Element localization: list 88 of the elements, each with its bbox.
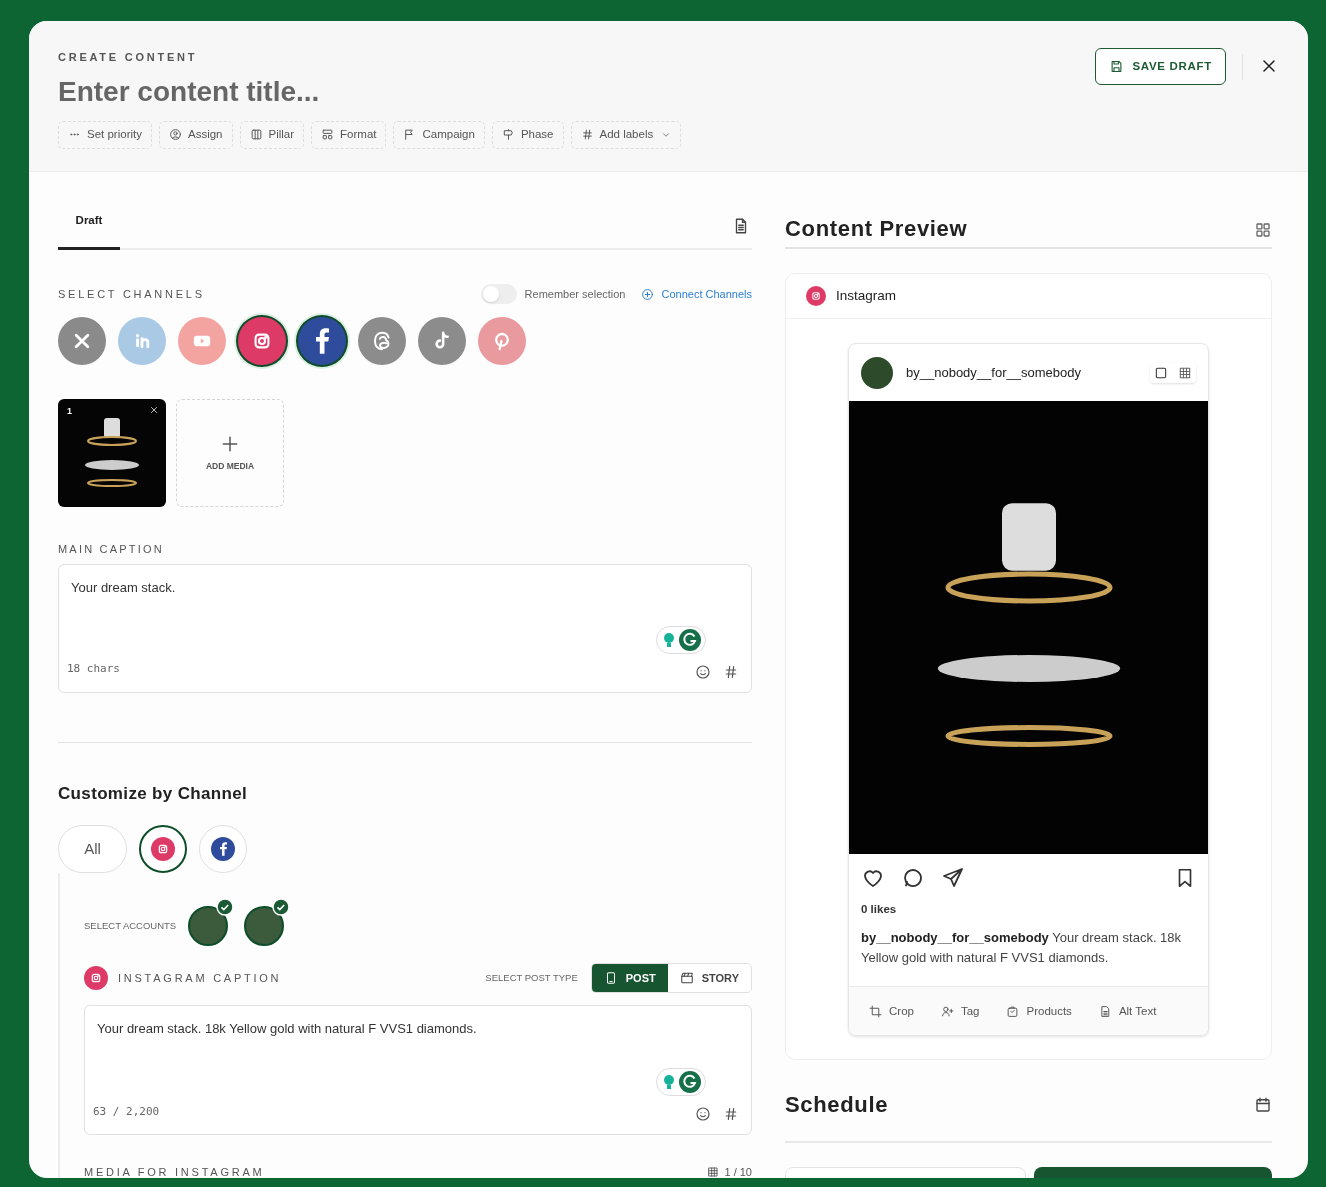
section-label: SELECT CHANNELS bbox=[58, 286, 205, 302]
panel-title: Schedule bbox=[785, 1091, 889, 1119]
post-caption: by__nobody__for__somebody Your dream stack. 18k Yellow gold with natural F VVS1 diamonds. bbox=[860, 929, 1183, 968]
post-type-label: SELECT POST TYPE bbox=[485, 970, 578, 985]
preview-tool-button[interactable]: Tag bbox=[940, 1002, 980, 1020]
media-count: 1 / 10 bbox=[724, 1165, 752, 1178]
signpost-icon bbox=[501, 128, 515, 141]
layout-icon bbox=[321, 128, 335, 141]
user-plus-icon bbox=[940, 1004, 954, 1018]
grid-icon bbox=[1254, 221, 1272, 239]
lightbulb-icon bbox=[661, 630, 677, 649]
hash-icon bbox=[580, 128, 594, 141]
panel-title: Content Preview bbox=[785, 215, 968, 243]
section-label: MEDIA FOR INSTAGRAM bbox=[84, 1165, 265, 1178]
channel-filter-tab[interactable]: All bbox=[58, 825, 127, 873]
shopping-bag-icon bbox=[1006, 1004, 1020, 1018]
connect-channels-link[interactable]: Connect Channels bbox=[641, 285, 752, 303]
calendar-icon bbox=[1254, 1095, 1272, 1114]
toolbar-chip[interactable]: Phase bbox=[491, 120, 564, 149]
likes-count: 0 likes bbox=[860, 902, 898, 917]
modal-eyebrow: CREATE CONTENT bbox=[58, 50, 199, 65]
instagram-caption-field[interactable]: Your dream stack. 18k Yellow gold with natural F VVS1 diamonds. 63 / 2,200 bbox=[84, 1005, 752, 1135]
toolbar-chip[interactable]: Format bbox=[311, 120, 387, 149]
channel-toggle[interactable] bbox=[118, 317, 166, 365]
character-count: 63 / 2,200 bbox=[93, 1103, 160, 1120]
channel-toggle[interactable] bbox=[298, 317, 346, 365]
network-name: Instagram bbox=[836, 286, 897, 305]
save-draft-button[interactable]: SAVE DRAFT bbox=[1095, 48, 1226, 85]
square-icon bbox=[1154, 365, 1168, 380]
grid-view-button[interactable] bbox=[1254, 221, 1272, 239]
preview-tool-button[interactable]: Alt Text bbox=[1098, 1002, 1157, 1020]
plus-circle-icon bbox=[641, 287, 655, 301]
channel-toggle[interactable] bbox=[58, 317, 106, 365]
post-type-tab[interactable]: POST bbox=[591, 964, 668, 992]
section-title: Customize by Channel bbox=[58, 782, 249, 805]
channel-toggle[interactable] bbox=[478, 317, 526, 365]
columns-icon bbox=[249, 128, 263, 141]
emoji-icon bbox=[695, 1106, 711, 1122]
title-input[interactable]: Enter content title... bbox=[58, 73, 558, 110]
account-avatar[interactable] bbox=[188, 906, 229, 946]
section-label: INSTAGRAM CAPTION bbox=[118, 970, 282, 986]
grid-icon bbox=[707, 1166, 720, 1178]
instagram-logo-icon bbox=[809, 289, 823, 303]
channel-toggle[interactable] bbox=[238, 317, 286, 365]
editor-tab[interactable]: Draft bbox=[58, 205, 120, 250]
hash-icon bbox=[723, 1106, 739, 1122]
accounts-label: SELECT ACCOUNTS bbox=[84, 918, 177, 933]
toolbar-chip[interactable]: Campaign bbox=[393, 120, 485, 149]
g-logo-icon bbox=[679, 628, 701, 651]
character-count: 18 chars bbox=[67, 661, 120, 677]
avatar-placeholder bbox=[861, 356, 893, 389]
channel-toggle[interactable] bbox=[358, 317, 406, 365]
facebook-logo-icon bbox=[315, 328, 329, 354]
caption-text: Your dream stack. 18k Yellow gold with natural F VVS1 diamonds. bbox=[97, 1021, 477, 1036]
emoji-icon bbox=[695, 663, 711, 680]
section-label: MAIN CAPTION bbox=[58, 542, 165, 557]
media-index: 1 bbox=[67, 405, 72, 418]
comment-icon bbox=[901, 866, 925, 890]
preview-tool-button[interactable]: Products bbox=[1006, 1002, 1072, 1020]
toolbar-chip[interactable]: Set priority bbox=[58, 120, 152, 149]
add-media-button[interactable]: ADD MEDIA bbox=[176, 399, 284, 507]
g-logo-icon bbox=[679, 1071, 701, 1093]
toggle-switch[interactable] bbox=[480, 284, 517, 304]
clapperboard-icon bbox=[679, 971, 694, 985]
crop-icon bbox=[869, 1004, 882, 1018]
hash-icon bbox=[723, 663, 739, 680]
calendar-button[interactable] bbox=[1254, 1095, 1272, 1114]
lightbulb-icon bbox=[661, 1073, 677, 1091]
toolbar-chip[interactable]: Assign bbox=[158, 120, 233, 149]
preview-tool-button[interactable]: Crop bbox=[869, 1002, 914, 1020]
channel-toggle[interactable] bbox=[178, 317, 226, 365]
labels-dropdown[interactable]: Add labels bbox=[570, 120, 682, 149]
user-circle-icon bbox=[168, 128, 182, 141]
grammar-assistant-widget[interactable] bbox=[656, 625, 706, 654]
caption-text: Your dream stack. bbox=[71, 579, 176, 595]
username: by__nobody__for__somebody bbox=[906, 363, 1082, 382]
close-icon bbox=[149, 405, 159, 415]
main-caption-field[interactable]: Your dream stack. 18 chars bbox=[58, 563, 752, 693]
send-icon bbox=[941, 866, 965, 890]
account-avatar[interactable] bbox=[244, 906, 285, 946]
channel-filter-tab[interactable] bbox=[139, 825, 187, 873]
channel-toggle[interactable] bbox=[418, 317, 466, 365]
toolbar-chip[interactable]: Pillar bbox=[239, 120, 305, 149]
facebook-logo-icon bbox=[219, 842, 227, 856]
photo-placeholder[interactable]: 1 bbox=[58, 399, 166, 507]
grammar-assistant-widget[interactable] bbox=[656, 1068, 706, 1096]
toggle-label: Remember selection bbox=[524, 286, 626, 302]
grid-icon bbox=[1178, 365, 1192, 380]
